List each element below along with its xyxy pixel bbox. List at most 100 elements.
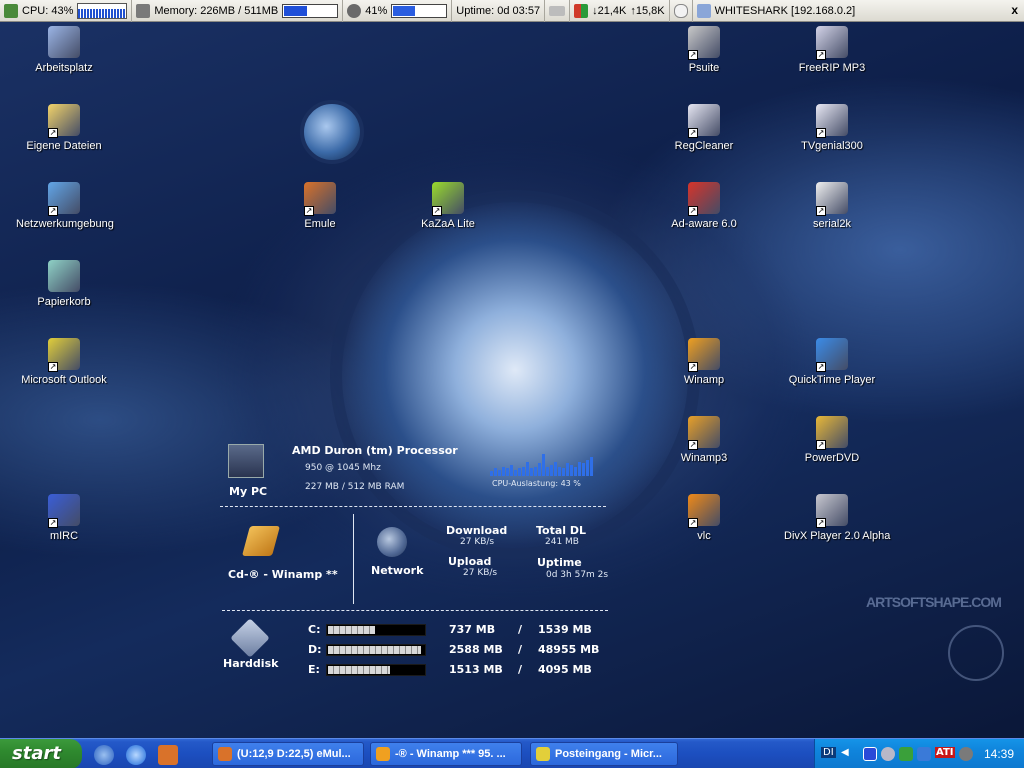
freerip-icon: ↗ bbox=[816, 26, 848, 60]
desktop-icon-freerip[interactable]: ↗ FreeRIP MP3 bbox=[784, 26, 880, 74]
emule-icon bbox=[218, 747, 232, 761]
battery-monitor[interactable]: 41% bbox=[343, 0, 453, 22]
ati-tray-icon[interactable]: ATI bbox=[935, 747, 955, 758]
desktop-icon-winamp[interactable]: ↗ Winamp bbox=[656, 338, 752, 386]
shortcut-arrow-icon: ↗ bbox=[688, 206, 698, 216]
cpu-text: CPU: 43% bbox=[22, 4, 74, 17]
cpu-graph-bar bbox=[514, 469, 517, 476]
taskbar-button-emule[interactable]: (U:12,9 D:22,5) eMul... bbox=[212, 742, 364, 766]
drive-monitor[interactable] bbox=[545, 0, 571, 22]
outlook-icon bbox=[536, 747, 550, 761]
memory-monitor[interactable]: Memory: 226MB / 511MB bbox=[132, 0, 344, 22]
host-monitor[interactable]: WHITESHARK [192.168.0.2] bbox=[693, 0, 860, 22]
cpu-graph-bar bbox=[506, 468, 509, 476]
desktop-icon-kazaa[interactable]: ↗ KaZaA Lite bbox=[400, 182, 496, 230]
word-tray-icon[interactable] bbox=[863, 747, 877, 761]
cpu-graph-bar bbox=[494, 468, 497, 476]
network-arrows-icon bbox=[574, 3, 589, 18]
cpu-graph-bar bbox=[554, 461, 557, 476]
taskbar-button-outlook[interactable]: Posteingang - Micr... bbox=[530, 742, 678, 766]
net-up-text: ↑15,8K bbox=[630, 4, 665, 17]
shortcut-arrow-icon: ↗ bbox=[688, 362, 698, 372]
desktop-icon-my-documents[interactable]: ↗ Eigene Dateien bbox=[16, 104, 112, 152]
network-label[interactable]: Network bbox=[371, 564, 423, 577]
cpu-graph-bar bbox=[550, 465, 553, 476]
tray-lang-indicator[interactable]: DI bbox=[821, 747, 836, 758]
tray-collapse-icon[interactable]: ◀ bbox=[841, 747, 849, 758]
taskbar-button-winamp[interactable]: -® - Winamp *** 95. ... bbox=[370, 742, 522, 766]
desktop-icon-psuite[interactable]: ↗ Psuite bbox=[656, 26, 752, 74]
desktop-icon-network-places[interactable]: ↗ Netzwerkumgebung bbox=[16, 182, 114, 230]
desktop-icon-label: Ad-aware 6.0 bbox=[671, 218, 737, 230]
uptime-value: 0d 3h 57m 2s bbox=[546, 570, 609, 580]
adaware-icon: ↗ bbox=[688, 182, 720, 216]
desktop-icon-outlook[interactable]: ↗ Microsoft Outlook bbox=[16, 338, 112, 386]
desktop-icon-emule[interactable]: ↗ Emule bbox=[272, 182, 368, 230]
desktop-icon-tvgenial[interactable]: ↗ TVgenial300 bbox=[784, 104, 880, 152]
close-button[interactable]: x bbox=[1011, 3, 1018, 17]
desktop-icon-winamp3[interactable]: ↗ Winamp3 bbox=[656, 416, 752, 464]
shortcut-arrow-icon: ↗ bbox=[816, 362, 826, 372]
drive-letter: D: bbox=[308, 643, 322, 656]
cpu-graph-bar bbox=[586, 460, 589, 476]
desktop-icon-powerdvd[interactable]: ↗ PowerDVD bbox=[784, 416, 880, 464]
globe-ring-decoration bbox=[330, 190, 700, 560]
disk-tray-icon[interactable] bbox=[881, 747, 895, 761]
shortcut-arrow-icon: ↗ bbox=[688, 128, 698, 138]
download-label: Download bbox=[446, 524, 508, 537]
cpu-graph-bar bbox=[574, 466, 577, 476]
taskbar-button-label: (U:12,9 D:22,5) eMul... bbox=[237, 748, 351, 760]
drive-used: 1513 MB bbox=[449, 663, 503, 676]
cpu-monitor[interactable]: CPU: 43% bbox=[0, 0, 133, 22]
internet-explorer-icon[interactable] bbox=[126, 745, 146, 765]
shortcut-arrow-icon: ↗ bbox=[816, 518, 826, 528]
desktop-icon-serial2k[interactable]: ↗ serial2k bbox=[784, 182, 880, 230]
drive-letter: C: bbox=[308, 623, 321, 636]
network-tray-icon[interactable] bbox=[899, 747, 913, 761]
my-computer-icon bbox=[48, 26, 80, 58]
volume-tray-icon[interactable] bbox=[959, 747, 973, 761]
cpu-graph-label: CPU-Auslastung: 43 % bbox=[492, 479, 581, 488]
mypc-label[interactable]: My PC bbox=[229, 485, 267, 498]
shortcut-arrow-icon: ↗ bbox=[816, 440, 826, 450]
desktop-icon-vlc[interactable]: ↗ vlc bbox=[656, 494, 752, 542]
display-tray-icon[interactable] bbox=[917, 747, 931, 761]
shortcut-arrow-icon: ↗ bbox=[48, 128, 58, 138]
vlc-icon: ↗ bbox=[688, 494, 720, 528]
desktop-icon-label: Eigene Dateien bbox=[26, 140, 102, 152]
winamp-icon bbox=[376, 747, 390, 761]
desktop-icon-divx[interactable]: ↗ DivX Player 2.0 Alpha bbox=[784, 494, 890, 542]
desktop-icon-label: RegCleaner bbox=[674, 140, 734, 152]
desktop-icon-adaware[interactable]: ↗ Ad-aware 6.0 bbox=[656, 182, 752, 230]
shortcut-arrow-icon: ↗ bbox=[48, 206, 58, 216]
clock[interactable]: 14:39 bbox=[984, 747, 1014, 761]
drive-separator: / bbox=[518, 663, 523, 676]
show-desktop-icon[interactable] bbox=[94, 745, 114, 765]
network-places-icon: ↗ bbox=[48, 182, 80, 216]
start-button[interactable]: start bbox=[0, 739, 82, 768]
drive-separator: / bbox=[518, 623, 523, 636]
mirc-icon: ↗ bbox=[48, 494, 80, 528]
desktop-icon-mirc[interactable]: ↗ mIRC bbox=[16, 494, 112, 542]
desktop-icon-my-computer[interactable]: Arbeitsplatz bbox=[16, 26, 112, 74]
uptime-monitor[interactable]: Uptime: 0d 03:57 bbox=[452, 0, 546, 22]
cpu-graph-bar bbox=[558, 466, 561, 476]
messenger-monitor[interactable] bbox=[670, 0, 693, 22]
cpu-graph-bar bbox=[546, 466, 549, 476]
host-text: WHITESHARK [192.168.0.2] bbox=[714, 4, 856, 17]
harddisk-label[interactable]: Harddisk bbox=[223, 657, 278, 670]
outlook-icon: ↗ bbox=[48, 338, 80, 372]
network-monitor[interactable]: ↓21,4K ↑15,8K bbox=[570, 0, 670, 22]
drive-total: 1539 MB bbox=[538, 623, 592, 636]
emule-quicklaunch-icon[interactable] bbox=[158, 745, 178, 765]
shortcut-arrow-icon: ↗ bbox=[816, 50, 826, 60]
desktop-icon-regcleaner[interactable]: ↗ RegCleaner bbox=[656, 104, 752, 152]
desktop-icon-recycle-bin[interactable]: Papierkorb bbox=[16, 260, 112, 308]
desktop-icon-quicktime[interactable]: ↗ QuickTime Player bbox=[784, 338, 880, 386]
serial2k-icon: ↗ bbox=[816, 182, 848, 216]
media-title[interactable]: Cd-® - Winamp ** bbox=[228, 568, 338, 581]
cpu-graph-bar bbox=[490, 471, 493, 476]
small-orb-decoration bbox=[300, 100, 364, 164]
winamp-icon: ↗ bbox=[688, 338, 720, 372]
winamp3-icon: ↗ bbox=[688, 416, 720, 450]
